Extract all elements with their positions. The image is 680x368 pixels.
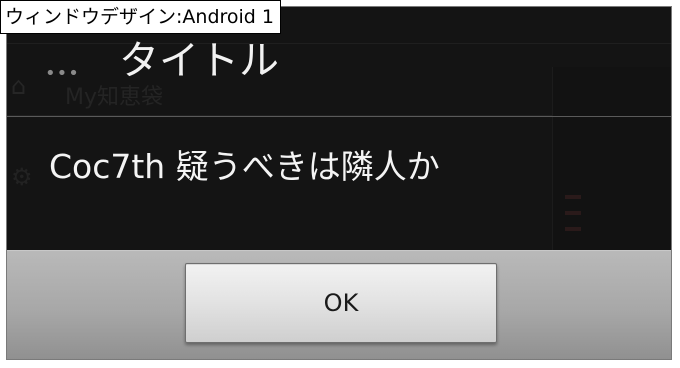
dialog-title-divider: [7, 116, 671, 117]
background-mark: [565, 227, 581, 231]
gear-icon: ⚙: [11, 163, 33, 191]
background-mark: [565, 211, 581, 215]
dialog-title: タイトル: [119, 38, 279, 84]
android-dialog-window: ⌂ My知恵袋 ⚙ ••• タイトル Coc7th 疑うべきは隣人か OK: [6, 6, 672, 360]
ok-button[interactable]: OK: [185, 263, 497, 343]
dialog-button-bar: OK: [7, 250, 671, 359]
dialog-message: Coc7th 疑うべきは隣人か: [49, 147, 440, 186]
caption-text: ウィンドウデザイン:Android 1: [5, 6, 274, 28]
background-mark: [565, 195, 581, 199]
window-design-caption: ウィンドウデザイン:Android 1: [0, 0, 281, 34]
overflow-menu-icon: •••: [45, 63, 80, 84]
